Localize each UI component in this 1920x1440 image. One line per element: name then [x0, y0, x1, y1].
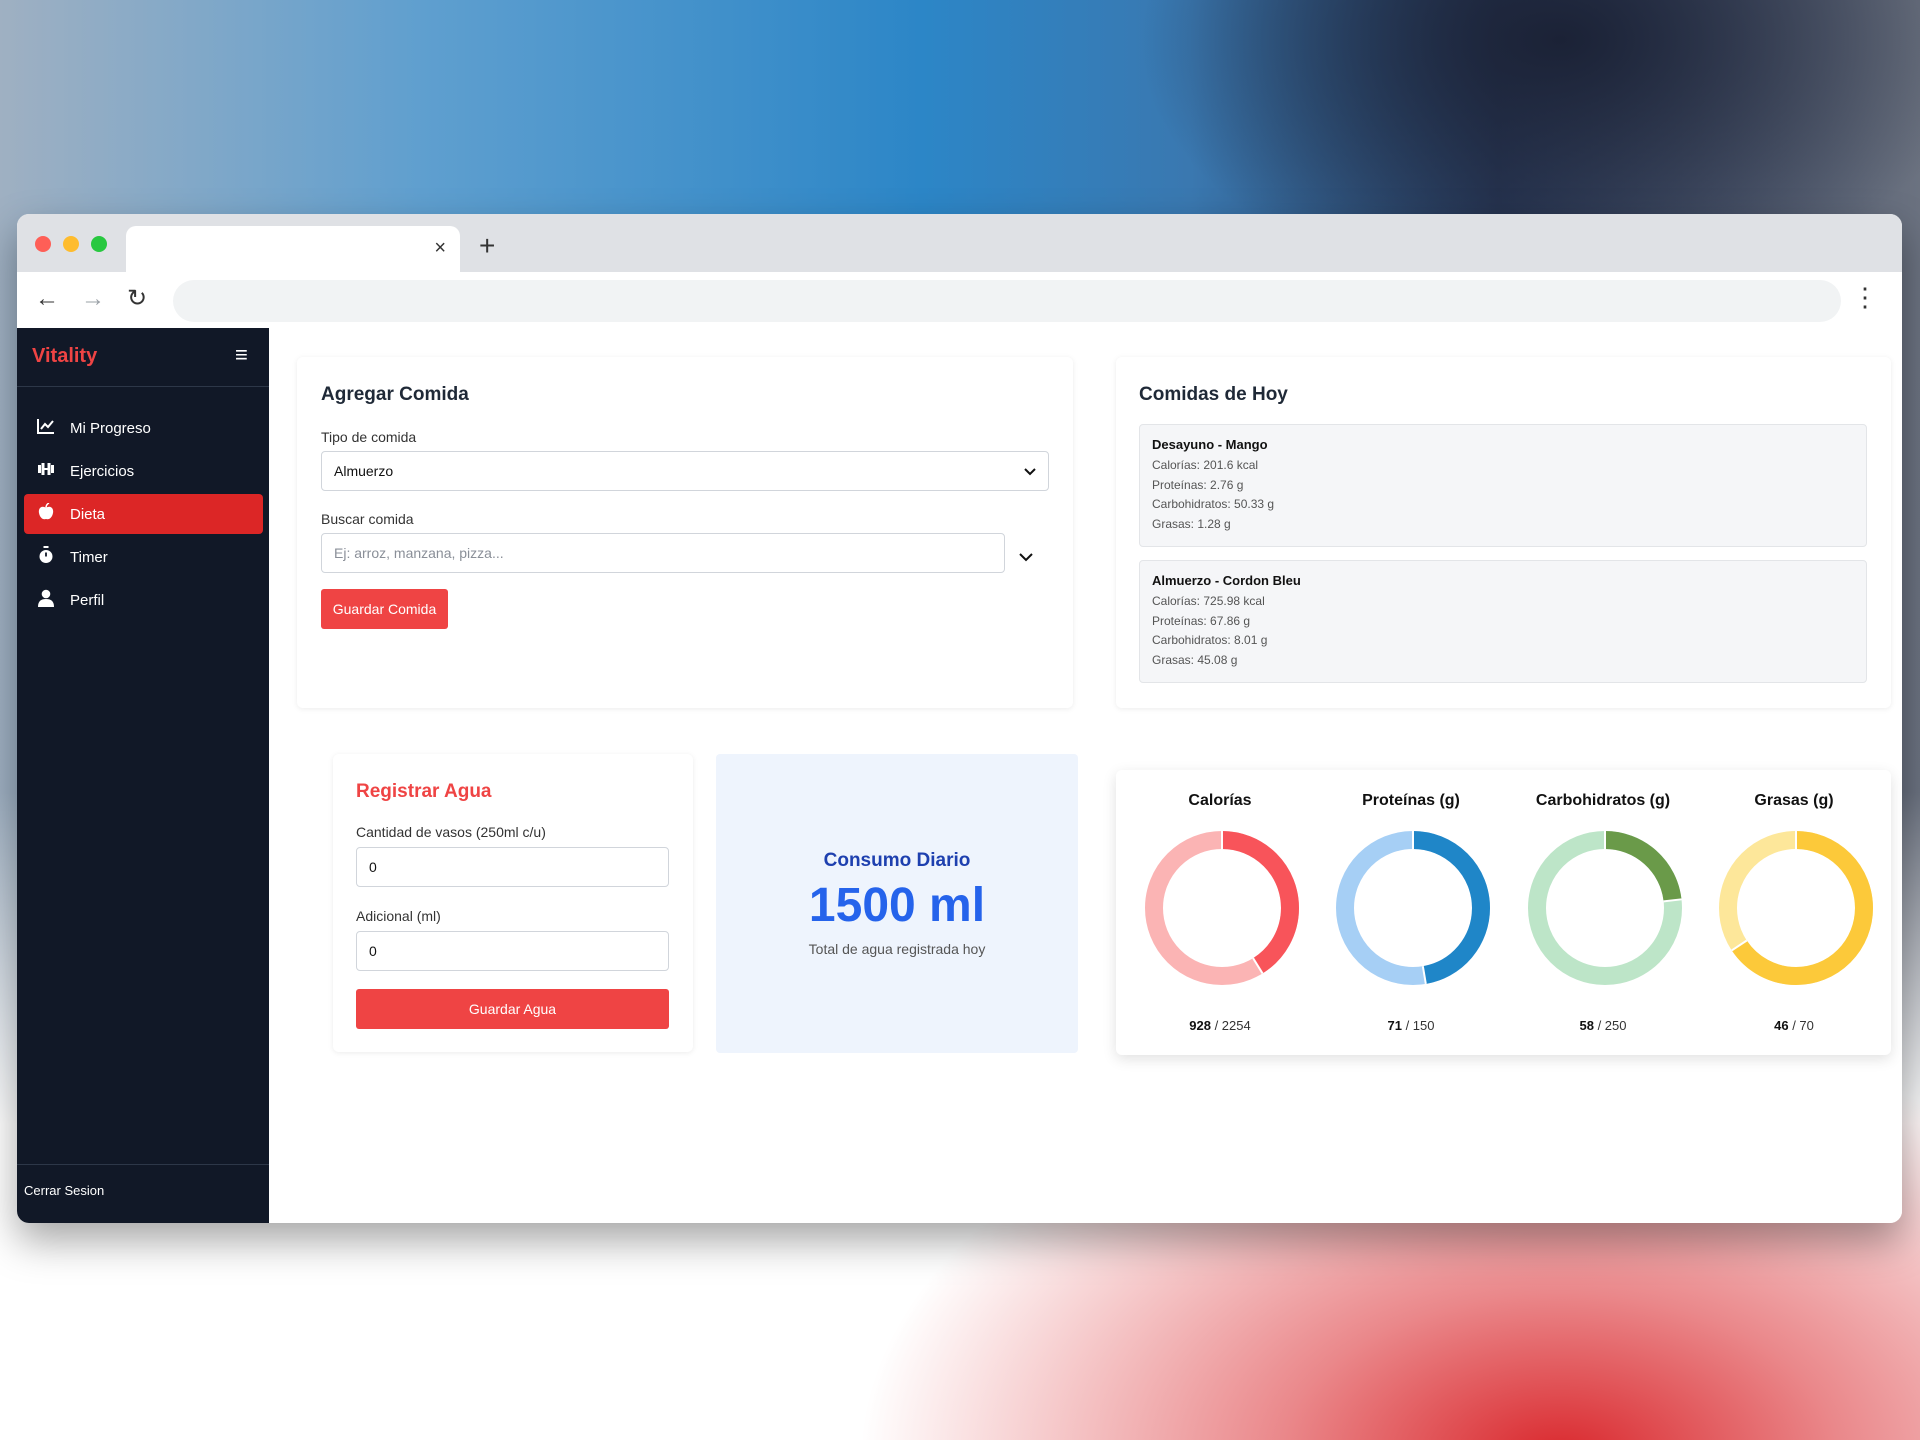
hamburger-menu-icon[interactable]: ≡ — [235, 342, 248, 368]
daily-consumption-amount: 1500 ml — [808, 879, 986, 932]
today-meals-title: Comidas de Hoy — [1139, 384, 1288, 405]
sidebar-divider — [17, 386, 269, 387]
daily-consumption-subtitle: Total de agua registrada hoy — [808, 941, 986, 957]
glasses-value: 0 — [369, 859, 377, 875]
meal-item: Desayuno - Mango Calorías: 201.6 kcal Pr… — [1139, 424, 1867, 547]
water-card: Registrar Agua Cantidad de vasos (250ml … — [333, 754, 693, 1052]
meal-protein: Proteínas: 67.86 g — [1152, 613, 1251, 628]
macro-goal: / 250 — [1593, 1018, 1627, 1033]
extra-ml-label: Adicional (ml) — [356, 908, 441, 924]
meal-fat: Grasas: 1.28 g — [1152, 516, 1231, 531]
macro-consumed: 928 — [1189, 1018, 1211, 1033]
macro-consumed: 71 — [1387, 1018, 1402, 1033]
sidebar-item-label: Ejercicios — [70, 462, 135, 480]
donut-chart — [1145, 831, 1299, 985]
brand-logo[interactable]: Vitality — [32, 345, 97, 368]
macro-consumed: 46 — [1774, 1018, 1789, 1033]
chart-line-icon — [36, 418, 56, 439]
meal-carbs: Carbohidratos: 8.01 g — [1152, 633, 1268, 647]
meal-calories: Calorías: 201.6 kcal — [1152, 458, 1259, 472]
address-bar[interactable] — [173, 280, 1841, 322]
macro-consumed: 58 — [1579, 1018, 1594, 1033]
glasses-label: Cantidad de vasos (250ml c/u) — [356, 824, 546, 840]
macro-goal: / 70 — [1788, 1018, 1814, 1033]
extra-ml-value: 0 — [369, 943, 377, 959]
close-tab-icon[interactable]: × — [434, 236, 446, 260]
meal-calories: Calorías: 725.98 kcal — [1152, 594, 1265, 608]
search-food-input[interactable]: Ej: arroz, manzana, pizza... — [321, 533, 1005, 573]
macro-goal: / 150 — [1401, 1018, 1435, 1033]
meal-name: Desayuno - Mango — [1152, 437, 1268, 452]
macro-title: Grasas (g) — [1754, 792, 1834, 809]
chevron-down-icon[interactable] — [1019, 549, 1033, 567]
macro-goal: / 2254 — [1210, 1018, 1251, 1033]
minimize-window-button[interactable] — [63, 236, 79, 252]
daily-consumption-title: Consumo Diario — [823, 850, 971, 871]
meal-fat: Grasas: 45.08 g — [1152, 652, 1238, 667]
meal-type-label: Tipo de comida — [321, 429, 417, 445]
sidebar-item-ejercicios[interactable]: Ejercicios — [24, 451, 263, 491]
daily-consumption-card: Consumo Diario 1500 ml Total de agua reg… — [716, 754, 1078, 1053]
maximize-window-button[interactable] — [91, 236, 107, 252]
sidebar-item-mi-progreso[interactable]: Mi Progreso — [24, 408, 263, 448]
reload-icon[interactable]: ↻ — [127, 284, 147, 314]
chevron-down-icon — [1024, 463, 1036, 479]
macro-value: 58 / 250 — [1508, 1018, 1698, 1033]
macro-title: Calorías — [1188, 792, 1252, 809]
macro-value: 46 / 70 — [1699, 1018, 1889, 1033]
browser-window: × + ← → ↻ ⋮ Vitality ≡ Mi Progreso Ejerc… — [17, 214, 1902, 1223]
meal-type-select[interactable]: Almuerzo — [321, 451, 1049, 491]
macro-value: 928 / 2254 — [1125, 1018, 1315, 1033]
add-meal-card: Agregar Comida Tipo de comida Almuerzo B… — [297, 357, 1073, 708]
app: Vitality ≡ Mi Progreso Ejercicios Dieta — [17, 328, 1902, 1223]
water-title: Registrar Agua — [356, 781, 492, 802]
save-water-button[interactable]: Guardar Agua — [356, 989, 669, 1029]
macro-title: Proteínas (g) — [1362, 792, 1460, 809]
macros-chart-card: Calorías 928 / 2254 Proteínas (g) 71 / 150 C… — [1116, 770, 1891, 1055]
macro-value: 71 / 150 — [1316, 1018, 1506, 1033]
back-arrow-icon[interactable]: ← — [35, 284, 59, 314]
sidebar-item-label: Dieta — [70, 505, 106, 523]
macro-title: Carbohidratos (g) — [1535, 792, 1671, 809]
main-content: Agregar Comida Tipo de comida Almuerzo B… — [269, 328, 1902, 1223]
logout-link[interactable]: Cerrar Sesion — [24, 1183, 104, 1198]
stopwatch-icon — [36, 545, 56, 569]
add-meal-title: Agregar Comida — [321, 384, 469, 405]
dumbbell-icon — [36, 462, 56, 481]
apple-icon — [36, 501, 56, 526]
donut-chart — [1719, 831, 1873, 985]
donut-chart — [1528, 831, 1682, 985]
sidebar-divider — [17, 1164, 269, 1165]
new-tab-button[interactable]: + — [479, 231, 495, 261]
sidebar-item-perfil[interactable]: Perfil — [24, 580, 263, 620]
browser-tab[interactable]: × — [126, 226, 460, 272]
sidebar-item-label: Timer — [70, 548, 108, 566]
sidebar-item-label: Mi Progreso — [70, 419, 151, 437]
sidebar: Vitality ≡ Mi Progreso Ejercicios Dieta — [17, 328, 269, 1223]
meal-item: Almuerzo - Cordon Bleu Calorías: 725.98 … — [1139, 560, 1867, 683]
meal-protein: Proteínas: 2.76 g — [1152, 477, 1244, 492]
meal-name: Almuerzo - Cordon Bleu — [1152, 573, 1301, 588]
close-window-button[interactable] — [35, 236, 51, 252]
today-meals-card: Comidas de Hoy Desayuno - Mango Calorías… — [1116, 357, 1891, 708]
meal-carbs: Carbohidratos: 50.33 g — [1152, 497, 1275, 511]
search-food-label: Buscar comida — [321, 511, 414, 527]
tab-bar: × + — [17, 214, 1902, 272]
browser-menu-icon[interactable]: ⋮ — [1852, 282, 1878, 312]
extra-ml-input[interactable]: 0 — [356, 931, 669, 971]
meal-type-value: Almuerzo — [334, 463, 394, 479]
user-icon — [36, 589, 56, 612]
search-food-placeholder: Ej: arroz, manzana, pizza... — [334, 545, 504, 561]
glasses-input[interactable]: 0 — [356, 847, 669, 887]
sidebar-item-label: Perfil — [70, 591, 105, 609]
save-meal-button[interactable]: Guardar Comida — [321, 589, 448, 629]
sidebar-item-dieta[interactable]: Dieta — [24, 494, 263, 534]
forward-arrow-icon[interactable]: → — [81, 284, 105, 314]
donut-chart — [1336, 831, 1490, 985]
sidebar-item-timer[interactable]: Timer — [24, 537, 263, 577]
